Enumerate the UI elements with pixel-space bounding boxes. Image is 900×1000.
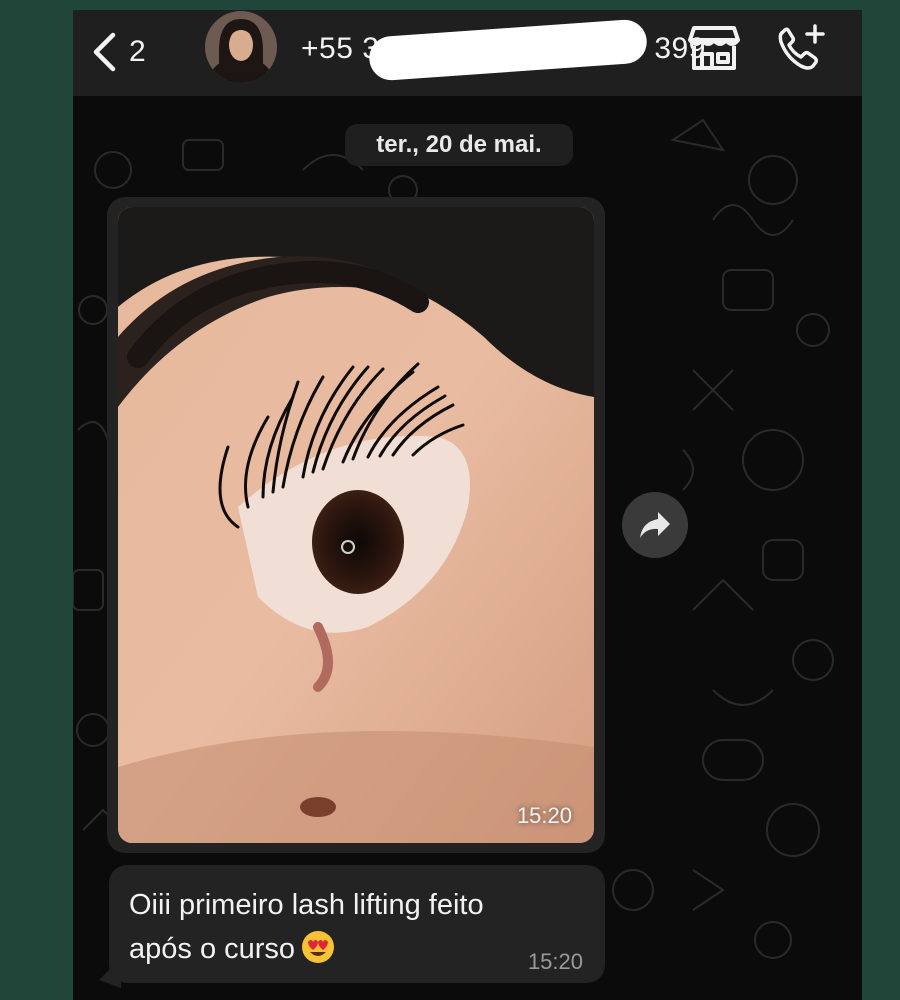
chevron-left-icon <box>93 32 116 72</box>
message-line-2: após o curso <box>129 933 296 965</box>
text-message-bubble[interactable]: Oiii primeiro lash lifting feito após o … <box>109 865 605 983</box>
message-text: Oiii primeiro lash lifting feito após o … <box>129 883 589 971</box>
message-timestamp: 15:20 <box>527 949 583 974</box>
message-line-1: Oiii primeiro lash lifting feito <box>129 889 484 921</box>
redaction-scribble <box>367 18 649 82</box>
eyelash-photo <box>118 207 594 843</box>
forward-button[interactable] <box>622 492 688 558</box>
catalog-button[interactable] <box>686 22 742 74</box>
message-line-2-wrap: após o curso <box>129 927 589 971</box>
contact-avatar[interactable] <box>205 11 277 83</box>
heart-eyes-emoji-icon <box>302 931 335 963</box>
date-separator: ter., 20 de mai. <box>345 124 573 166</box>
unread-count: 2 <box>129 35 146 68</box>
photo-message-bubble: 15:20 <box>107 197 605 853</box>
avatar-photo <box>205 11 277 83</box>
photo-timestamp: 15:20 <box>516 803 572 828</box>
chat-header: 2 +55 3 399 <box>73 10 862 96</box>
chat-screen: 2 +55 3 399 <box>73 10 862 1000</box>
back-button[interactable]: 2 <box>91 28 163 76</box>
forward-arrow-icon <box>640 512 670 538</box>
store-icon <box>688 26 740 70</box>
add-call-icon <box>778 24 825 70</box>
message-photo[interactable]: 15:20 <box>118 207 594 843</box>
add-call-button[interactable] <box>773 22 829 74</box>
